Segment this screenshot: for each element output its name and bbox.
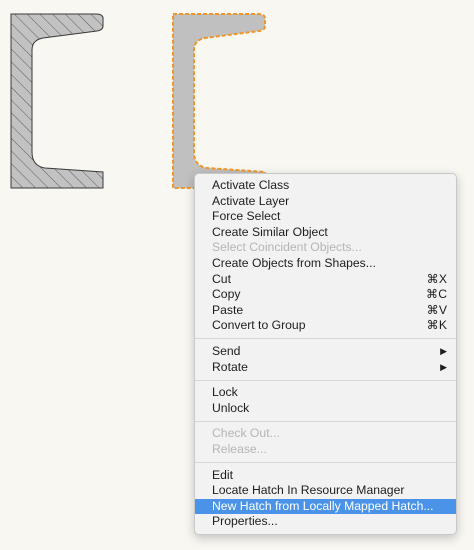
menu-item-new-hatch-from-locally-mapped-hatch[interactable]: New Hatch from Locally Mapped Hatch... xyxy=(195,498,456,515)
menu-item-shortcut: ⌘X xyxy=(426,271,447,286)
menu-item-label: Release... xyxy=(212,441,267,456)
selected-channel-shape[interactable] xyxy=(172,13,267,189)
menu-item-label: New Hatch from Locally Mapped Hatch... xyxy=(212,498,434,513)
menu-item-activate-layer[interactable]: Activate Layer xyxy=(195,194,456,210)
menu-item-convert-to-group[interactable]: Convert to Group ⌘K xyxy=(195,318,456,334)
drawing-canvas[interactable]: Activate Class Activate Layer Force Select… xyxy=(0,0,474,550)
menu-item-label: Send xyxy=(212,343,241,358)
menu-item-label: Edit xyxy=(212,467,234,482)
menu-item-label: Activate Layer xyxy=(212,193,290,208)
menu-separator xyxy=(195,338,456,340)
menu-item-lock[interactable]: Lock xyxy=(195,385,456,401)
menu-item-label: Select Coincident Objects... xyxy=(212,240,362,255)
menu-item-shortcut: ⌘K xyxy=(426,318,447,333)
menu-separator xyxy=(195,462,456,463)
menu-separator xyxy=(195,379,456,381)
menu-item-send[interactable]: Send ▶ xyxy=(195,344,456,360)
menu-item-activate-class[interactable]: Activate Class xyxy=(195,178,456,194)
menu-item-edit[interactable]: Edit xyxy=(195,468,456,484)
menu-item-label: Unlock xyxy=(212,400,250,415)
menu-separator xyxy=(195,420,456,422)
menu-item-properties[interactable]: Properties... xyxy=(195,514,456,530)
menu-item-release: Release... xyxy=(195,442,456,458)
menu-item-label: Create Objects from Shapes... xyxy=(212,255,376,270)
menu-item-label: Convert to Group xyxy=(212,318,306,333)
menu-item-label: Lock xyxy=(212,385,238,400)
menu-item-label: Rotate xyxy=(212,359,248,374)
menu-item-label: Check Out... xyxy=(212,426,280,441)
menu-item-create-objects-from-shapes[interactable]: Create Objects from Shapes... xyxy=(195,256,456,272)
menu-item-unlock[interactable]: Unlock xyxy=(195,401,456,417)
menu-item-label: Paste xyxy=(212,302,244,317)
menu-item-check-out: Check Out... xyxy=(195,426,456,442)
hatched-channel-shape[interactable] xyxy=(10,13,104,189)
menu-item-create-similar-object[interactable]: Create Similar Object xyxy=(195,225,456,241)
submenu-arrow-icon: ▶ xyxy=(440,345,447,356)
menu-item-force-select[interactable]: Force Select xyxy=(195,209,456,225)
menu-item-select-coincident-objects: Select Coincident Objects... xyxy=(195,240,456,256)
menu-item-copy[interactable]: Copy ⌘C xyxy=(195,287,456,303)
menu-item-paste[interactable]: Paste ⌘V xyxy=(195,303,456,319)
menu-item-label: Copy xyxy=(212,287,241,302)
menu-item-locate-hatch-in-resource-manager[interactable]: Locate Hatch In Resource Manager xyxy=(195,483,456,499)
menu-item-rotate[interactable]: Rotate ▶ xyxy=(195,360,456,376)
menu-item-label: Properties... xyxy=(212,514,278,529)
menu-item-label: Activate Class xyxy=(212,178,290,192)
menu-item-cut[interactable]: Cut ⌘X xyxy=(195,272,456,288)
menu-item-shortcut: ⌘V xyxy=(426,302,447,317)
menu-item-shortcut: ⌘C xyxy=(426,287,447,302)
menu-item-label: Force Select xyxy=(212,209,281,224)
menu-item-label: Create Similar Object xyxy=(212,224,328,239)
context-menu: Activate Class Activate Layer Force Select… xyxy=(194,173,457,535)
menu-item-label: Cut xyxy=(212,271,231,286)
submenu-arrow-icon: ▶ xyxy=(440,361,447,372)
menu-item-label: Locate Hatch In Resource Manager xyxy=(212,483,405,498)
